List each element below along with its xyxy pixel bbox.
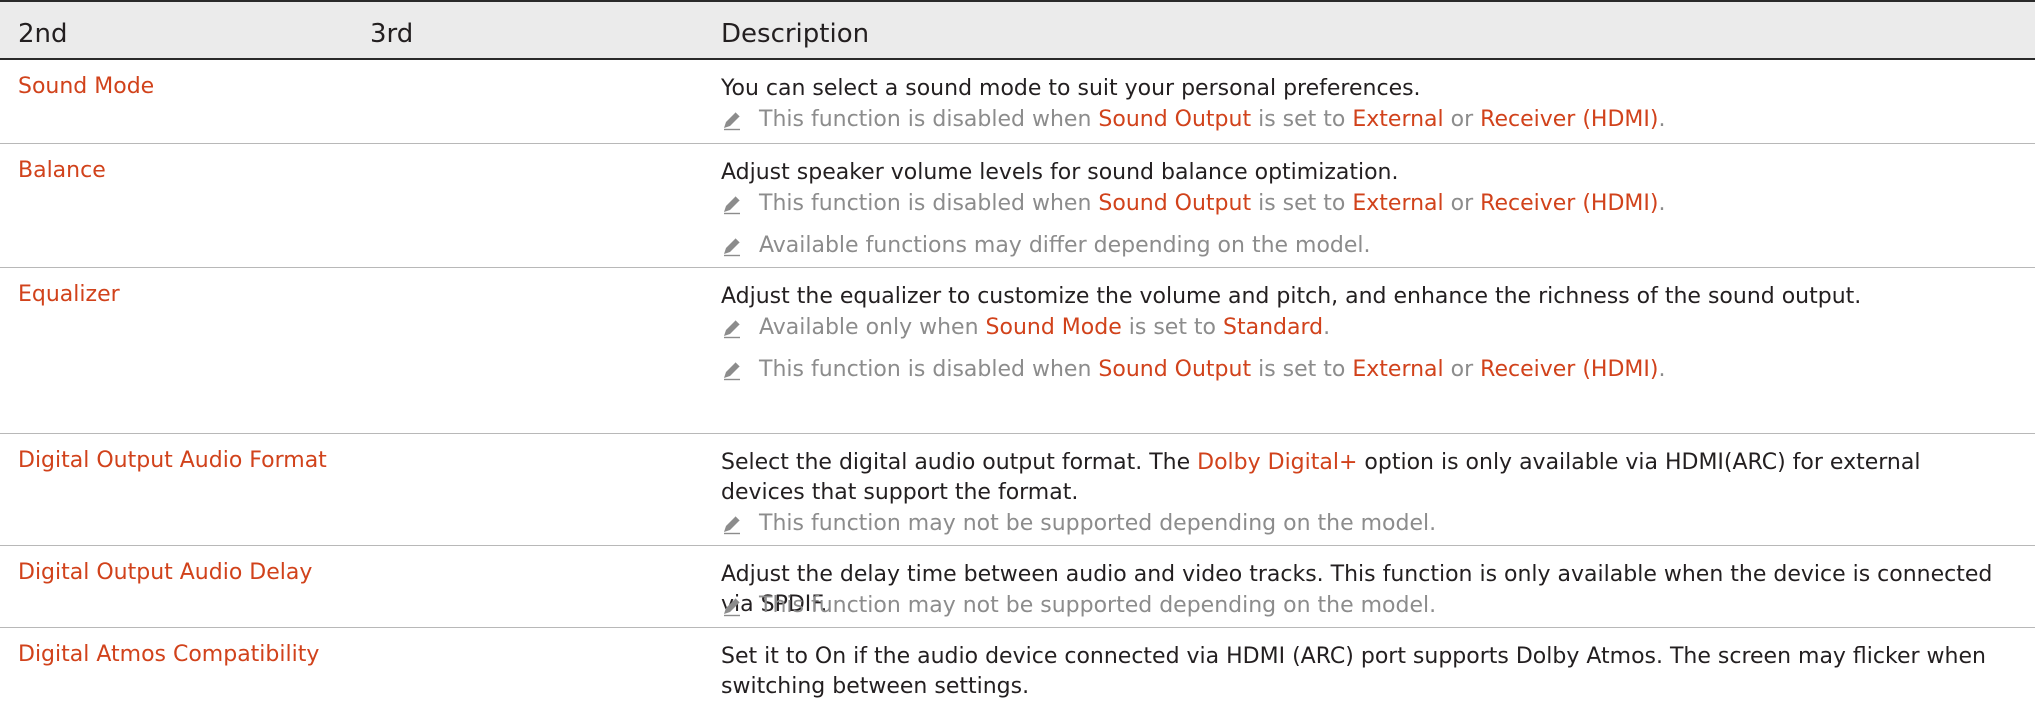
table-row: Balance Adjust speaker volume levels for… — [0, 144, 2035, 268]
table-row: Digital Atmos Compatibility Set it to On… — [0, 628, 2035, 722]
pencil-icon — [721, 109, 743, 131]
note: This function is disabled when Sound Out… — [721, 357, 1665, 382]
row-label-digital-output-audio-delay: Digital Output Audio Delay — [18, 560, 313, 585]
pencil-icon — [721, 193, 743, 215]
note: Available only when Sound Mode is set to… — [721, 315, 1330, 340]
table-row: Digital Output Audio Delay Adjust the de… — [0, 546, 2035, 628]
note: This function is disabled when Sound Out… — [721, 107, 1665, 132]
row-description: You can select a sound mode to suit your… — [721, 76, 1421, 101]
note: This function may not be supported depen… — [721, 511, 1436, 536]
note: Available functions may differ depending… — [721, 233, 1371, 258]
note: This function may not be supported depen… — [721, 593, 1436, 618]
pencil-icon — [721, 359, 743, 381]
pencil-icon — [721, 513, 743, 535]
table-row: Equalizer Adjust the equalizer to custom… — [0, 268, 2035, 434]
header-3rd: 3rd — [370, 19, 414, 49]
header-2nd: 2nd — [18, 19, 68, 49]
row-label-digital-output-audio-format: Digital Output Audio Format — [18, 448, 327, 473]
row-label-equalizer: Equalizer — [18, 282, 120, 307]
row-label-digital-atmos-compatibility: Digital Atmos Compatibility — [18, 642, 320, 667]
row-description: Adjust the equalizer to customize the vo… — [721, 284, 1862, 309]
note: This function is disabled when Sound Out… — [721, 191, 1665, 216]
table-row: Digital Output Audio Format Select the d… — [0, 434, 2035, 546]
table-row: Sound Mode You can select a sound mode t… — [0, 60, 2035, 144]
row-label-sound-mode: Sound Mode — [18, 74, 155, 99]
pencil-icon — [721, 595, 743, 617]
row-label-balance: Balance — [18, 158, 106, 183]
pencil-icon — [721, 235, 743, 257]
row-description: Select the digital audio output format. … — [721, 450, 1921, 505]
pencil-icon — [721, 317, 743, 339]
row-description: Set it to On if the audio device connect… — [721, 644, 1986, 699]
header-description: Description — [721, 19, 870, 49]
row-description: Adjust speaker volume levels for sound b… — [721, 160, 1399, 185]
table-header: 2nd 3rd Description — [0, 0, 2035, 60]
